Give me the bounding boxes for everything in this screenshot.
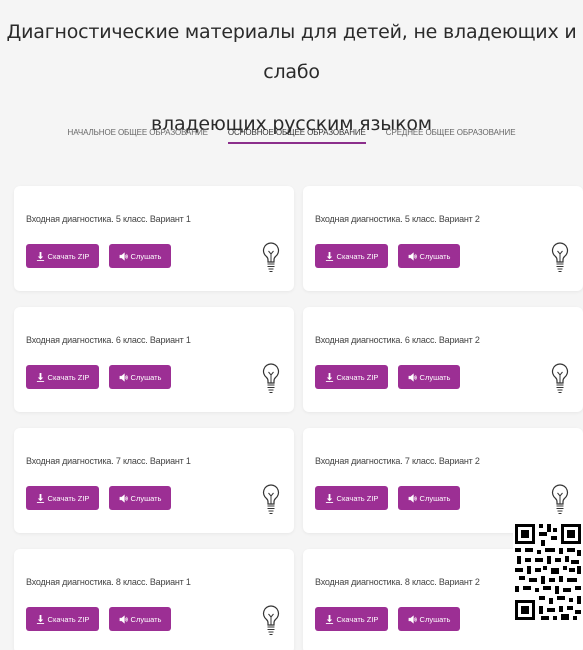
speaker-icon <box>119 251 128 261</box>
education-level-tabs: НАЧАЛЬНОЕ ОБЩЕЕ ОБРАЗОВАНИЕ ОСНОВНОЕ ОБЩ… <box>0 128 583 144</box>
download-zip-button[interactable]: Скачать ZIP <box>26 607 99 631</box>
tab-basic[interactable]: ОСНОВНОЕ ОБЩЕЕ ОБРАЗОВАНИЕ <box>227 128 366 144</box>
qr-code-icon <box>513 520 583 630</box>
page-title-line-1: Диагностические материалы для детей, не … <box>6 21 577 83</box>
listen-label: Слушать <box>130 614 162 624</box>
card-title: Входная диагностика. 8 класс. Вариант 1 <box>26 577 191 587</box>
material-card: Входная диагностика. 5 класс. Вариант 1 … <box>14 186 294 291</box>
download-zip-label: Скачать ZIP <box>336 614 379 624</box>
listen-label: Слушать <box>419 372 451 382</box>
card-title: Входная диагностика. 7 класс. Вариант 2 <box>315 456 480 466</box>
download-zip-button[interactable]: Скачать ZIP <box>315 607 388 631</box>
card-title: Входная диагностика. 6 класс. Вариант 2 <box>315 335 480 345</box>
material-card: Входная диагностика. 6 класс. Вариант 2 … <box>303 307 583 412</box>
material-card: Входная диагностика. 7 класс. Вариант 2 … <box>303 428 583 533</box>
speaker-icon <box>408 372 417 382</box>
listen-label: Слушать <box>130 372 162 382</box>
lightbulb-icon <box>551 484 569 514</box>
download-zip-label: Скачать ZIP <box>336 493 379 503</box>
listen-button[interactable]: Слушать <box>398 607 460 631</box>
listen-label: Слушать <box>130 493 162 503</box>
lightbulb-icon <box>262 484 280 514</box>
lightbulb-icon <box>551 363 569 393</box>
lightbulb-icon <box>551 242 569 272</box>
qr-code <box>513 520 583 630</box>
download-zip-button[interactable]: Скачать ZIP <box>26 244 99 268</box>
card-title: Входная диагностика. 6 класс. Вариант 1 <box>26 335 191 345</box>
lightbulb-icon <box>262 363 280 393</box>
listen-label: Слушать <box>419 614 451 624</box>
listen-button[interactable]: Слушать <box>109 486 171 510</box>
material-card: Входная диагностика. 7 класс. Вариант 1 … <box>14 428 294 533</box>
listen-button[interactable]: Слушать <box>109 607 171 631</box>
download-zip-button[interactable]: Скачать ZIP <box>315 365 388 389</box>
download-zip-button[interactable]: Скачать ZIP <box>26 365 99 389</box>
lightbulb-icon <box>262 242 280 272</box>
download-zip-button[interactable]: Скачать ZIP <box>315 486 388 510</box>
download-icon <box>325 372 333 382</box>
tab-primary[interactable]: НАЧАЛЬНОЕ ОБЩЕЕ ОБРАЗОВАНИЕ <box>68 128 208 144</box>
download-icon <box>36 493 44 503</box>
download-zip-button[interactable]: Скачать ZIP <box>26 486 99 510</box>
page-title: Диагностические материалы для детей, не … <box>0 12 583 144</box>
listen-button[interactable]: Слушать <box>109 244 171 268</box>
download-icon <box>325 251 333 261</box>
download-icon <box>36 251 44 261</box>
listen-button[interactable]: Слушать <box>398 365 460 389</box>
card-title: Входная диагностика. 8 класс. Вариант 2 <box>315 577 480 587</box>
speaker-icon <box>408 614 417 624</box>
card-title: Входная диагностика. 5 класс. Вариант 2 <box>315 214 480 224</box>
listen-button[interactable]: Слушать <box>398 486 460 510</box>
card-title: Входная диагностика. 7 класс. Вариант 1 <box>26 456 191 466</box>
listen-button[interactable]: Слушать <box>398 244 460 268</box>
download-zip-label: Скачать ZIP <box>336 372 379 382</box>
speaker-icon <box>408 251 417 261</box>
download-icon <box>36 372 44 382</box>
speaker-icon <box>408 493 417 503</box>
listen-button[interactable]: Слушать <box>109 365 171 389</box>
material-card: Входная диагностика. 8 класс. Вариант 1 … <box>14 549 294 650</box>
download-zip-label: Скачать ZIP <box>47 372 90 382</box>
listen-label: Слушать <box>130 251 162 261</box>
speaker-icon <box>119 493 128 503</box>
lightbulb-icon <box>262 605 280 635</box>
download-icon <box>36 614 44 624</box>
tab-secondary[interactable]: СРЕДНЕЕ ОБЩЕЕ ОБРАЗОВАНИЕ <box>386 128 516 144</box>
speaker-icon <box>119 372 128 382</box>
download-zip-button[interactable]: Скачать ZIP <box>315 244 388 268</box>
material-card: Входная диагностика. 5 класс. Вариант 2 … <box>303 186 583 291</box>
card-title: Входная диагностика. 5 класс. Вариант 1 <box>26 214 191 224</box>
download-zip-label: Скачать ZIP <box>47 251 90 261</box>
material-card: Входная диагностика. 6 класс. Вариант 1 … <box>14 307 294 412</box>
speaker-icon <box>119 614 128 624</box>
download-icon <box>325 493 333 503</box>
listen-label: Слушать <box>419 251 451 261</box>
download-zip-label: Скачать ZIP <box>47 614 90 624</box>
download-icon <box>325 614 333 624</box>
listen-label: Слушать <box>419 493 451 503</box>
download-zip-label: Скачать ZIP <box>47 493 90 503</box>
download-zip-label: Скачать ZIP <box>336 251 379 261</box>
